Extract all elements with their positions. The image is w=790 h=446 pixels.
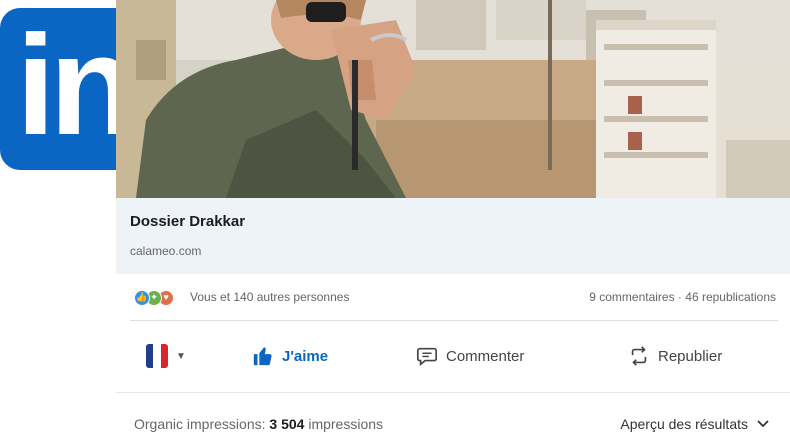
results-preview-label: Aperçu des résultats: [620, 416, 748, 432]
like-label: J'aime: [282, 347, 329, 365]
comments-reposts-count[interactable]: 9 commentaires · 46 republications: [589, 290, 776, 304]
speech-bubble-icon: [417, 347, 437, 366]
post-card: Dossier Drakkar calameo.com 👍 ✦ ♥ Vous e…: [116, 0, 790, 446]
results-preview-button[interactable]: Aperçu des résultats: [620, 416, 770, 432]
impressions-unit: impressions: [308, 416, 384, 432]
soldier-with-binoculars-photo: [116, 0, 790, 198]
like-reaction-icon: 👍: [134, 290, 150, 306]
analytics-footer: Organic impressions: 3 504 impressions A…: [116, 404, 790, 440]
divider: [130, 320, 778, 321]
link-preview-image[interactable]: [116, 0, 790, 198]
repost-arrows-icon: [631, 346, 647, 366]
link-title[interactable]: Dossier Drakkar: [130, 213, 245, 230]
comment-button[interactable]: Commenter: [416, 338, 524, 374]
organic-impressions: Organic impressions: 3 504 impressions: [134, 416, 383, 432]
chevron-down-icon: ▼: [176, 350, 186, 362]
impressions-label: Organic impressions:: [134, 416, 266, 432]
impressions-count: 3 504: [269, 416, 305, 432]
link-domain: calameo.com: [130, 244, 202, 258]
reaction-icons[interactable]: 👍 ✦ ♥: [134, 288, 188, 308]
chevron-down-icon: [757, 420, 769, 428]
linkedin-logo-text: in: [16, 8, 136, 165]
repost-label: Republier: [658, 347, 723, 365]
thumbs-up-icon: [253, 347, 272, 366]
reaction-identity-selector[interactable]: ▼: [146, 338, 186, 374]
like-button[interactable]: J'aime: [252, 338, 328, 374]
social-counts-row: 👍 ✦ ♥ Vous et 140 autres personnes 9 com…: [130, 284, 776, 312]
comment-label: Commenter: [446, 347, 525, 365]
link-preview-box[interactable]: Dossier Drakkar calameo.com: [116, 198, 790, 274]
divider: [116, 392, 790, 393]
action-bar: ▼ J'aime Commenter Republier: [116, 328, 790, 384]
french-flag-icon: [146, 344, 168, 368]
reactions-count-text[interactable]: Vous et 140 autres personnes: [190, 290, 349, 304]
repost-button[interactable]: Republier: [628, 338, 722, 374]
